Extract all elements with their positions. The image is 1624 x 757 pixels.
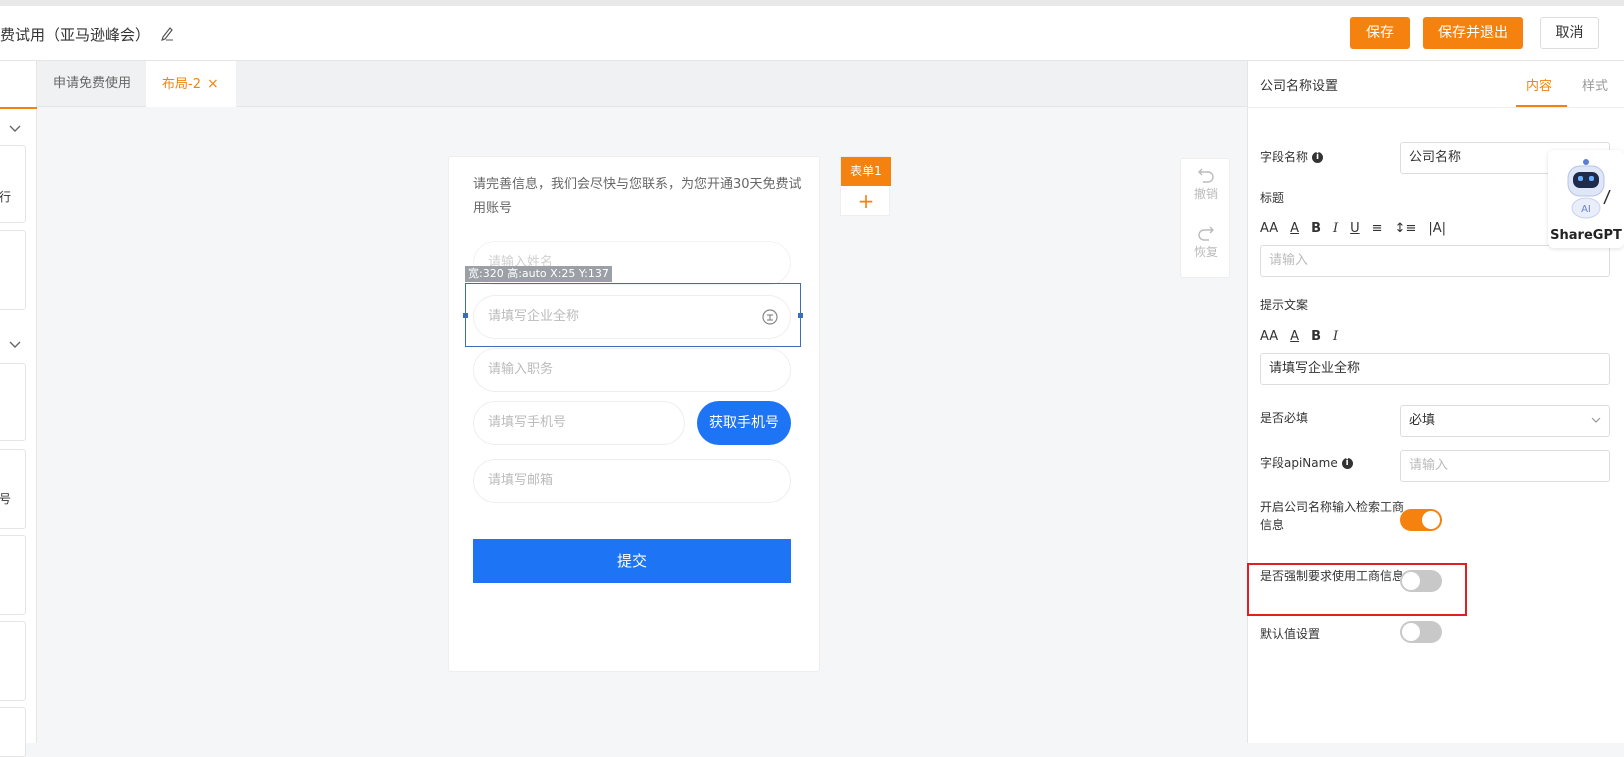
position-field[interactable]: 请输入职务 [473, 348, 791, 392]
toggle-knob [1402, 623, 1420, 641]
api-name-label-text: 字段apiName [1260, 456, 1338, 470]
business-search-label: 开启公司名称输入检索工商信息 [1260, 500, 1405, 532]
redo-icon [1198, 226, 1214, 241]
chevron-down-icon [1591, 417, 1601, 423]
component-card[interactable] [0, 230, 26, 310]
save-button[interactable]: 保存 [1350, 17, 1410, 49]
title-label: 标题 [1260, 191, 1285, 205]
undo-button[interactable]: 撤销 [1181, 167, 1231, 202]
tab-label: 布局-2 [162, 77, 201, 92]
page-title: 费试用（亚马逊峰会） [0, 26, 151, 44]
italic-icon[interactable]: I [1333, 329, 1338, 344]
tab-apply-free[interactable]: 申请免费使用 [37, 61, 147, 107]
selection-frame[interactable] [463, 283, 803, 347]
default-value-toggle[interactable] [1400, 621, 1442, 643]
italic-icon[interactable]: I [1333, 221, 1338, 236]
bold-icon[interactable]: B [1311, 329, 1321, 344]
form-preview: 请完善信息，我们会尽快与您联系，为您开通30天免费试用账号 请输入姓名 请填写企… [448, 156, 820, 672]
close-icon[interactable]: × [207, 61, 219, 107]
robot-icon: AI [1567, 159, 1611, 219]
component-card[interactable]: 号 [0, 449, 26, 529]
font-color-icon[interactable]: A [1290, 221, 1299, 236]
sharegpt-label: ShareGPT [1550, 228, 1622, 243]
title-format-toolbar: AA A B I U ≡ ↕≡ |A| [1260, 221, 1458, 236]
component-card-label: 行 [0, 190, 12, 204]
ai-badge: AI [1581, 204, 1591, 215]
divider [1248, 107, 1624, 108]
component-card[interactable] [0, 621, 26, 701]
chevron-down-icon[interactable] [9, 125, 21, 133]
api-name-input[interactable]: 请输入 [1400, 450, 1610, 482]
info-icon[interactable]: i [1312, 152, 1324, 163]
hint-label: 提示文案 [1260, 298, 1309, 312]
history-controls: 撤销 恢复 [1180, 158, 1230, 278]
default-value-label: 默认值设置 [1260, 627, 1321, 641]
title-input[interactable]: 请输入 [1260, 245, 1610, 277]
bold-icon[interactable]: B [1311, 221, 1321, 236]
hint-format-toolbar: AA A B I [1260, 329, 1350, 344]
add-form-button[interactable]: + [841, 186, 891, 217]
component-card-label: 号 [0, 492, 12, 506]
sharegpt-widget[interactable]: AI ShareGPT [1548, 150, 1624, 248]
email-field[interactable]: 请填写邮箱 [473, 459, 791, 503]
form-intro-text: 请完善信息，我们会尽快与您联系，为您开通30天免费试用账号 [473, 177, 802, 216]
selection-size-label: 宽:320 高:auto X:25 Y:137 [465, 266, 612, 282]
get-phone-button[interactable]: 获取手机号 [697, 401, 791, 445]
settings-title: 公司名称设置 [1260, 79, 1339, 94]
component-card[interactable]: 行 [0, 145, 26, 223]
component-card[interactable] [0, 535, 26, 615]
font-size-icon[interactable]: AA [1260, 221, 1278, 236]
required-label: 是否必填 [1260, 411, 1309, 425]
undo-icon [1198, 168, 1214, 183]
field-name-label-text: 字段名称 [1260, 150, 1309, 164]
undo-label: 撤销 [1193, 187, 1218, 201]
align-icon[interactable]: ≡ [1372, 221, 1383, 236]
redo-button[interactable]: 恢复 [1181, 225, 1231, 260]
toggle-knob [1422, 511, 1440, 529]
left-active-indicator [0, 107, 37, 109]
edit-icon[interactable] [160, 25, 174, 41]
tab-layout-2[interactable]: 布局-2 × [146, 61, 236, 107]
hint-input[interactable]: 请填写企业全称 [1260, 353, 1610, 385]
form-tag: 表单1 + [840, 156, 891, 217]
required-select-value: 必填 [1409, 413, 1436, 428]
business-search-toggle[interactable] [1400, 509, 1442, 531]
font-size-icon[interactable]: AA [1260, 329, 1278, 344]
api-name-label: 字段apiName i [1260, 454, 1353, 472]
tab-content[interactable]: 内容 [1526, 75, 1552, 94]
page-tabs: 申请免费使用 布局-2 × [37, 61, 1247, 107]
field-name-label: 字段名称 i [1260, 148, 1324, 166]
highlight-annotation [1247, 563, 1467, 616]
component-card[interactable] [0, 363, 26, 441]
required-select[interactable]: 必填 [1400, 405, 1610, 437]
form-tag-label[interactable]: 表单1 [841, 157, 891, 186]
tab-style[interactable]: 样式 [1582, 75, 1608, 94]
line-height-icon[interactable]: ↕≡ [1395, 221, 1417, 236]
phone-field[interactable]: 请填写手机号 [473, 401, 685, 445]
underline-icon[interactable]: U [1350, 221, 1360, 236]
resize-handle-right[interactable] [798, 313, 803, 318]
redo-label: 恢复 [1193, 245, 1218, 259]
letter-spacing-icon[interactable]: |A| [1428, 221, 1446, 236]
cancel-button[interactable]: 取消 [1540, 17, 1599, 49]
font-color-icon[interactable]: A [1290, 329, 1299, 344]
top-bar: 费试用（亚马逊峰会） 保存 保存并退出 取消 [0, 0, 1624, 61]
submit-button[interactable]: 提交 [473, 539, 791, 583]
component-panel: 行 号 [0, 61, 37, 757]
save-and-exit-button[interactable]: 保存并退出 [1423, 17, 1523, 49]
component-card[interactable] [0, 707, 26, 757]
chevron-down-icon[interactable] [9, 341, 21, 349]
info-icon[interactable]: i [1341, 458, 1353, 469]
resize-handle-left[interactable] [463, 313, 468, 318]
